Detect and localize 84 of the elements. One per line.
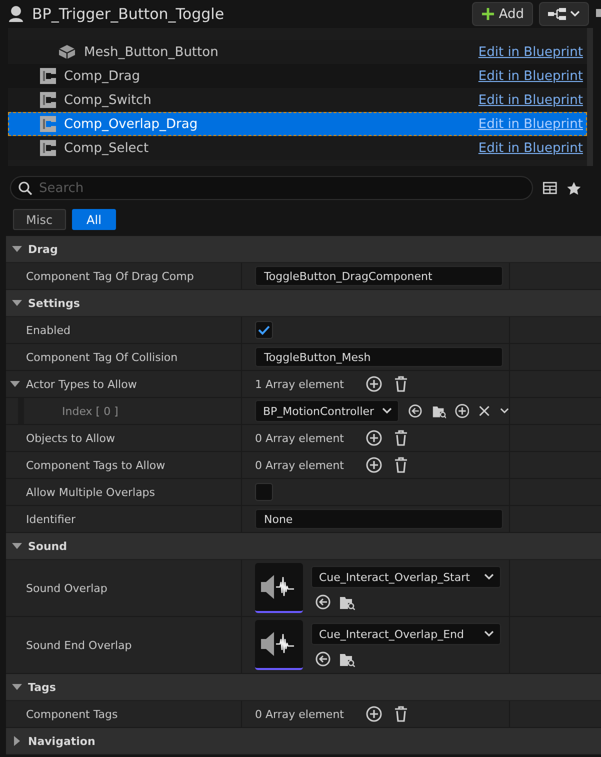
property-label: Sound End Overlap	[26, 638, 132, 652]
category-header: Drag	[28, 242, 58, 256]
checkbox[interactable]	[255, 321, 273, 339]
hierarchy-icon	[548, 8, 566, 20]
add-icon[interactable]	[366, 376, 382, 392]
add-icon[interactable]	[366, 706, 382, 722]
edit-in-blueprint-link[interactable]: Edit in Blueprint	[478, 68, 583, 84]
property-label: Sound Overlap	[26, 582, 108, 594]
category-header: Sound	[28, 540, 68, 552]
browse-folder-icon[interactable]	[339, 651, 355, 667]
trash-icon[interactable]	[394, 457, 408, 473]
category-header: Tags	[28, 680, 56, 694]
property-label: Objects to Allow	[26, 432, 115, 444]
window-title: BP_Trigger_Button_Toggle	[32, 5, 226, 23]
edit-in-blueprint-link[interactable]: Edit in Blueprint	[478, 92, 583, 108]
filter-tab[interactable]: Misc	[13, 209, 66, 230]
text-field[interactable]: ToggleButton_DragComponent	[255, 266, 503, 286]
plus-icon	[480, 7, 495, 21]
collapse-arrow-icon[interactable]	[12, 682, 22, 692]
table-view-icon[interactable]	[543, 181, 557, 195]
component-icon	[40, 116, 56, 132]
component-name: Comp_Overlap_Drag	[64, 116, 199, 132]
component-icon	[40, 140, 56, 156]
add-icon[interactable]	[366, 457, 382, 473]
component-icon	[40, 68, 56, 84]
asset-dropdown[interactable]: Cue_Interact_Overlap_Start	[311, 566, 501, 588]
component-icon	[40, 92, 56, 108]
star-icon[interactable]	[566, 180, 581, 196]
actor-icon	[6, 4, 26, 24]
trash-icon[interactable]	[394, 376, 408, 392]
edit-in-blueprint-link[interactable]: Edit in Blueprint	[478, 140, 583, 156]
array-count: 1 Array element	[255, 378, 344, 390]
clear-icon[interactable]	[478, 404, 491, 418]
array-count: 0 Array element	[255, 458, 344, 472]
property-label: Identifier	[26, 512, 76, 526]
category-header: Navigation	[28, 734, 96, 748]
filter-tab[interactable]: All	[72, 209, 116, 230]
use-selected-icon[interactable]	[408, 403, 423, 419]
checkbox[interactable]	[255, 483, 273, 501]
component-name: Comp_Drag	[64, 68, 142, 84]
property-label: Component Tag Of Collision	[26, 350, 178, 364]
insert-icon[interactable]	[454, 403, 470, 419]
use-selected-icon[interactable]	[315, 651, 331, 667]
property-label: Actor Types to Allow	[26, 378, 137, 390]
collapse-arrow-icon[interactable]	[12, 298, 22, 308]
search-icon	[18, 181, 32, 195]
add-button[interactable]: Add	[472, 2, 533, 26]
caret-icon	[484, 630, 494, 638]
component-name: Comp_Switch	[64, 92, 152, 108]
collapse-arrow-icon[interactable]	[10, 379, 20, 389]
property-label: Index [ 0 ]	[62, 404, 118, 418]
use-selected-icon[interactable]	[315, 594, 331, 610]
component-name: Comp_Select	[64, 140, 150, 156]
cube-icon	[58, 44, 76, 60]
property-label: Component Tag Of Drag Comp	[26, 270, 194, 282]
trash-icon[interactable]	[394, 430, 408, 446]
text-field[interactable]: ToggleButton_Mesh	[255, 347, 503, 367]
text-field[interactable]: None	[255, 509, 503, 529]
component-row[interactable]: Comp_Overlap_Drag Edit in Blueprint	[8, 112, 587, 136]
array-count: 0 Array element	[255, 432, 344, 444]
collapse-arrow-icon[interactable]	[12, 244, 22, 254]
property-label: Enabled	[26, 324, 70, 336]
component-row[interactable]: Comp_Drag Edit in Blueprint	[8, 64, 587, 88]
component-name: Mesh_Button_Button	[84, 44, 220, 60]
caret-icon	[500, 407, 509, 415]
caret-icon	[570, 10, 580, 18]
property-label: Allow Multiple Overlaps	[26, 486, 156, 498]
checkmark-icon	[258, 325, 270, 335]
collapse-arrow-icon[interactable]	[12, 541, 22, 551]
trash-icon[interactable]	[394, 706, 408, 722]
add-icon[interactable]	[366, 430, 382, 446]
edit-in-blueprint-link[interactable]: Edit in Blueprint	[478, 44, 583, 60]
asset-dropdown[interactable]: Cue_Interact_Overlap_End	[311, 623, 501, 645]
hierarchy-button[interactable]	[539, 2, 589, 26]
class-dropdown[interactable]: BP_MotionController	[255, 400, 400, 422]
category-header: Settings	[28, 296, 80, 310]
property-label: Component Tags	[26, 708, 118, 720]
property-label: Component Tags to Allow	[26, 458, 166, 472]
search-field[interactable]: Search	[10, 176, 533, 200]
browse-folder-icon[interactable]	[339, 594, 355, 610]
caret-icon	[484, 573, 494, 581]
expand-arrow-icon[interactable]	[12, 736, 22, 746]
caret-icon	[382, 407, 392, 415]
array-count: 0 Array element	[255, 708, 344, 720]
